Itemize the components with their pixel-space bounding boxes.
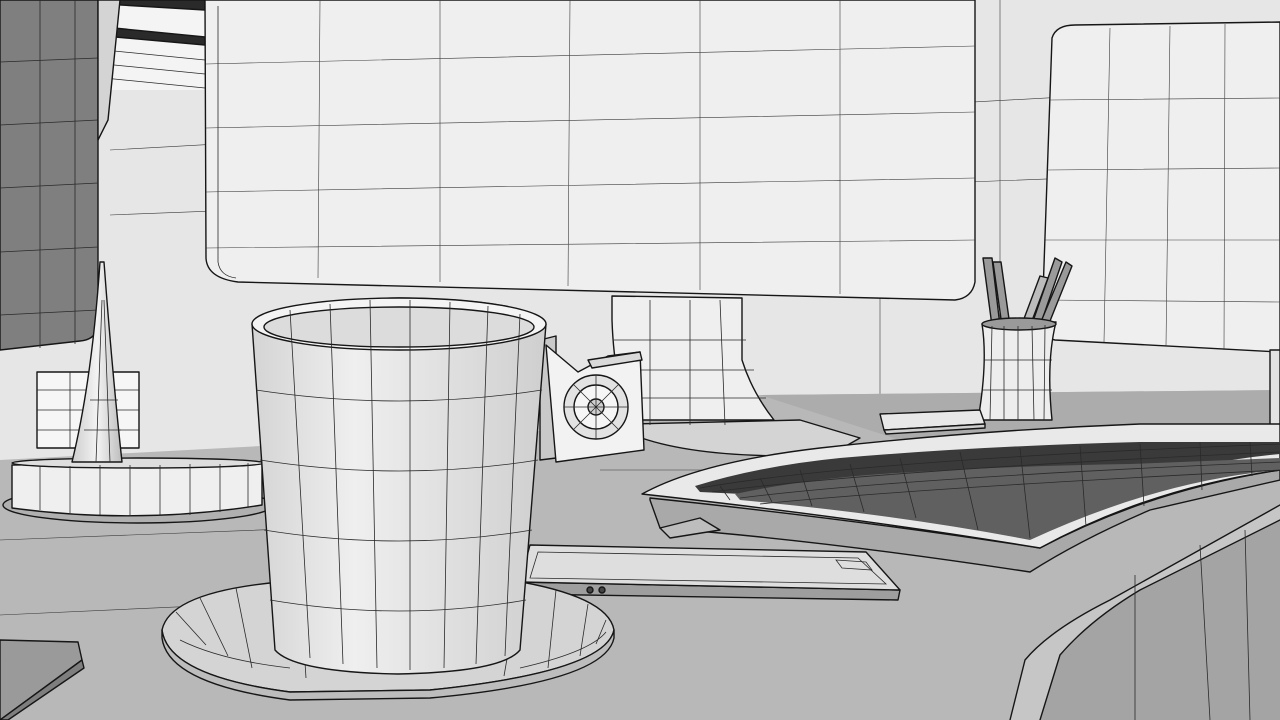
lamp-base [2,457,274,524]
smartphone [519,544,901,601]
center-monitor [204,0,976,301]
office-desk-scene [0,0,1280,720]
left-monitor [0,0,99,351]
coffee-cup [251,297,547,675]
render-viewport [0,0,1280,720]
